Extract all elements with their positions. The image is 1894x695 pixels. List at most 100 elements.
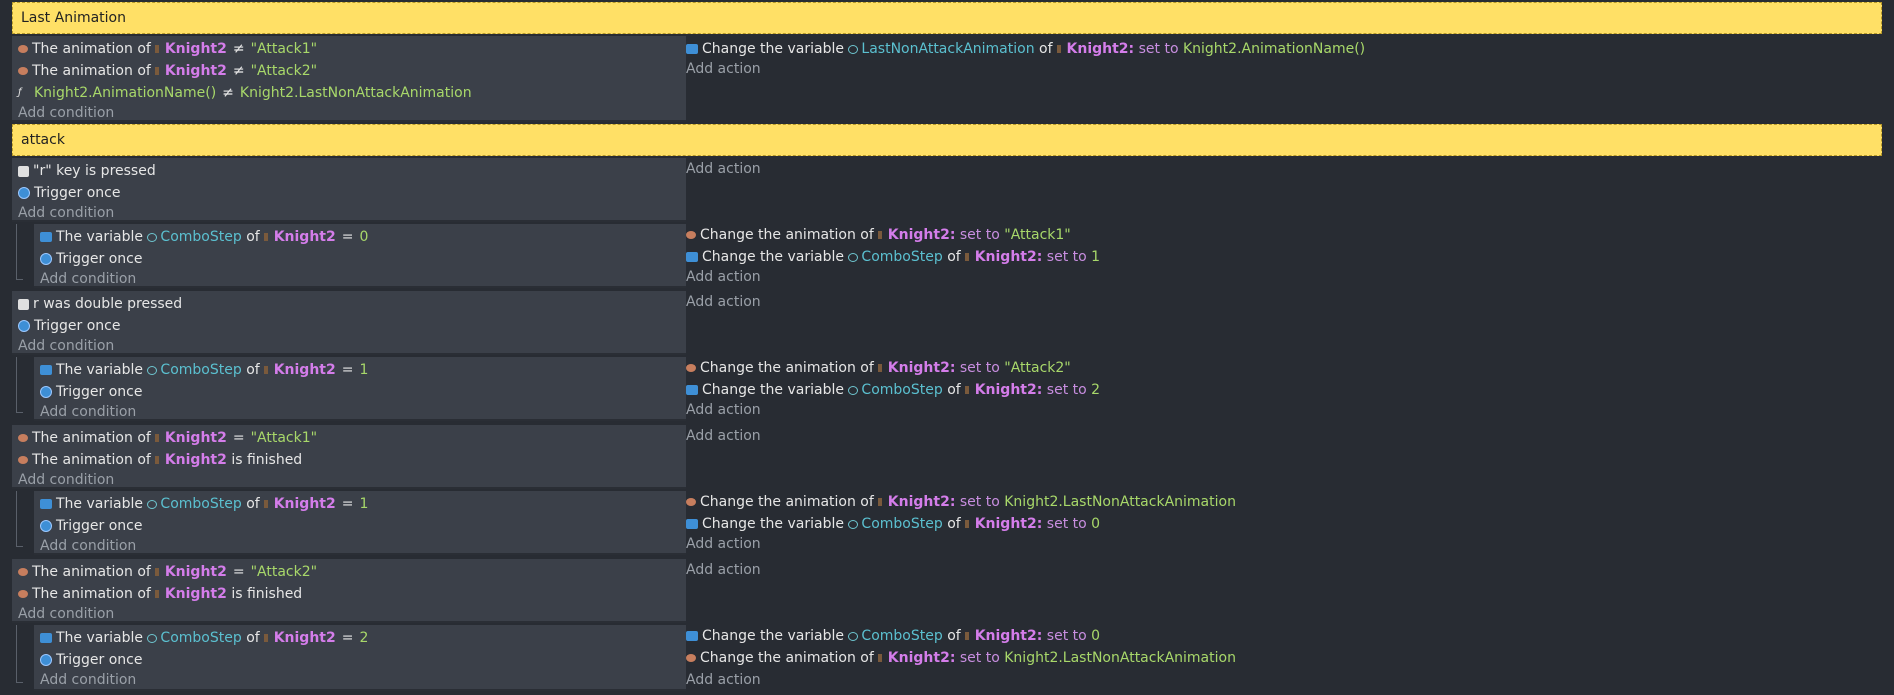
- event-attack2-finished[interactable]: The animation of Knight2 = "Attack2" The an…: [12, 559, 1882, 623]
- object-icon: [263, 366, 268, 374]
- subevent-combo-0[interactable]: The variable ComboStep of Knight2 = 0 Trigg…: [12, 224, 1882, 288]
- conditions-panel[interactable]: The variable ComboStep of Knight2 = 2 Trigg…: [34, 625, 686, 691]
- value: 0: [1091, 628, 1101, 644]
- condition-row[interactable]: Trigger once: [40, 649, 686, 671]
- condition-row[interactable]: The animation of Knight2 = "Attack1": [18, 427, 686, 449]
- group-last-animation[interactable]: Last Animation: [12, 2, 1882, 34]
- conditions-panel[interactable]: The variable ComboStep of Knight2 = 1 Trigg…: [34, 357, 686, 421]
- add-condition-button[interactable]: Add condition: [40, 401, 686, 423]
- add-action-button[interactable]: Add action: [686, 669, 1882, 691]
- actions-panel[interactable]: Change the animation of Knight2: set to "…: [686, 357, 1882, 421]
- condition-row[interactable]: The variable ComboStep of Knight2 = 2: [40, 627, 686, 649]
- subevent-combo-2-reset[interactable]: The variable ComboStep of Knight2 = 2 Trigg…: [12, 625, 1882, 691]
- variable-icon: [40, 633, 52, 643]
- value: 0: [1091, 516, 1101, 532]
- actions-panel[interactable]: Add action: [686, 291, 1882, 355]
- actions-panel[interactable]: Change the animation of Knight2: set to "…: [686, 224, 1882, 288]
- trigger-once-icon: [18, 187, 30, 199]
- condition-row[interactable]: The animation of Knight2 = "Attack2": [18, 561, 686, 583]
- condition-row[interactable]: The variable ComboStep of Knight2 = 1: [40, 493, 686, 515]
- add-action-button[interactable]: Add action: [686, 533, 1882, 555]
- event-r-double-pressed[interactable]: r was double pressed Trigger once Add co…: [12, 291, 1882, 355]
- subevent-combo-1-reset[interactable]: The variable ComboStep of Knight2 = 1 Trigg…: [12, 491, 1882, 555]
- object-icon: [964, 520, 969, 528]
- operator: ≠: [232, 63, 245, 79]
- variable-name: ComboStep: [160, 630, 242, 646]
- conditions-panel[interactable]: "r" key is pressed Trigger once Add cond…: [12, 158, 686, 222]
- conditions-panel[interactable]: The variable ComboStep of Knight2 = 1 Trigg…: [34, 491, 686, 555]
- cond-text: The animation of: [32, 63, 151, 79]
- condition-row[interactable]: The animation of Knight2 ≠ "Attack2": [18, 60, 686, 82]
- add-action-button[interactable]: Add action: [686, 266, 1882, 288]
- animation-icon: [18, 568, 28, 576]
- add-condition-button[interactable]: Add condition: [40, 268, 686, 290]
- conditions-panel[interactable]: The variable ComboStep of Knight2 = 0 Trigg…: [34, 224, 686, 288]
- value: Knight2.LastNonAttackAnimation: [239, 85, 472, 101]
- condition-row[interactable]: Trigger once: [40, 248, 686, 270]
- add-action-button[interactable]: Add action: [686, 291, 1882, 313]
- condition-row[interactable]: Trigger once: [40, 515, 686, 537]
- actions-panel[interactable]: Change the animation of Knight2: set to K…: [686, 491, 1882, 555]
- action-text: Change the variable: [702, 628, 844, 644]
- conditions-panel[interactable]: The animation of Knight2 = "Attack1" The an…: [12, 425, 686, 489]
- add-condition-button[interactable]: Add condition: [40, 669, 686, 691]
- variable-name: ComboStep: [160, 496, 242, 512]
- object-name: Knight2:: [887, 650, 956, 666]
- add-condition-button[interactable]: Add condition: [18, 603, 686, 625]
- value: Knight2.AnimationName(): [1182, 41, 1366, 57]
- add-action-button[interactable]: Add action: [686, 158, 1882, 180]
- action-row[interactable]: Change the variable ComboStep of Knight2:…: [686, 513, 1882, 535]
- conditions-panel[interactable]: The animation of Knight2 = "Attack2" The an…: [12, 559, 686, 623]
- of-text: of: [246, 229, 260, 245]
- condition-row[interactable]: The variable ComboStep of Knight2 = 1: [40, 359, 686, 381]
- action-row[interactable]: Change the animation of Knight2: set to K…: [686, 491, 1882, 513]
- actions-panel[interactable]: Add action: [686, 158, 1882, 222]
- actions-panel[interactable]: Add action: [686, 425, 1882, 489]
- condition-row[interactable]: The animation of Knight2 ≠ "Attack1": [18, 38, 686, 60]
- add-action-button[interactable]: Add action: [686, 425, 1882, 447]
- value: 1: [359, 362, 369, 378]
- add-condition-button[interactable]: Add condition: [18, 202, 686, 224]
- event-r-pressed[interactable]: "r" key is pressed Trigger once Add cond…: [12, 158, 1882, 222]
- action-row[interactable]: Change the animation of Knight2: set to "…: [686, 357, 1882, 379]
- condition-row[interactable]: The animation of Knight2 is finished: [18, 583, 686, 605]
- conditions-panel[interactable]: r was double pressed Trigger once Add co…: [12, 291, 686, 355]
- add-condition-button[interactable]: Add condition: [18, 102, 686, 124]
- operator: =: [341, 362, 354, 378]
- set-to-text: set to: [959, 227, 1000, 243]
- action-row[interactable]: Change the animation of Knight2: set to K…: [686, 647, 1882, 669]
- action-row[interactable]: Change the variable ComboStep of Knight2:…: [686, 379, 1882, 401]
- add-action-button[interactable]: Add action: [686, 58, 1882, 80]
- condition-row[interactable]: The animation of Knight2 is finished: [18, 449, 686, 471]
- condition-row[interactable]: "r" key is pressed: [18, 160, 686, 182]
- object-name: Knight2:: [974, 628, 1043, 644]
- condition-row[interactable]: ƒ Knight2.AnimationName() ≠ Knight2.LastNon…: [18, 82, 686, 104]
- add-condition-button[interactable]: Add condition: [18, 469, 686, 491]
- animation-icon: [686, 654, 696, 662]
- of-text: of: [1039, 41, 1053, 57]
- conditions-panel[interactable]: The animation of Knight2 ≠ "Attack1" The an…: [12, 36, 686, 122]
- add-action-button[interactable]: Add action: [686, 559, 1882, 581]
- animation-icon: [686, 498, 696, 506]
- condition-row[interactable]: The variable ComboStep of Knight2 = 0: [40, 226, 686, 248]
- add-condition-button[interactable]: Add condition: [18, 335, 686, 357]
- add-condition-button[interactable]: Add condition: [40, 535, 686, 557]
- action-row[interactable]: Change the variable ComboStep of Knight2:…: [686, 625, 1882, 647]
- condition-row[interactable]: Trigger once: [18, 315, 686, 337]
- actions-panel[interactable]: Add action: [686, 559, 1882, 623]
- subevent-combo-1[interactable]: The variable ComboStep of Knight2 = 1 Trigg…: [12, 357, 1882, 421]
- add-action-button[interactable]: Add action: [686, 399, 1882, 421]
- value: "Attack1": [1004, 227, 1071, 243]
- condition-row[interactable]: r was double pressed: [18, 293, 686, 315]
- group-attack[interactable]: attack: [12, 124, 1882, 156]
- action-row[interactable]: Change the animation of Knight2: set to "…: [686, 224, 1882, 246]
- condition-row[interactable]: Trigger once: [18, 182, 686, 204]
- action-row[interactable]: Change the variable ComboStep of Knight2:…: [686, 246, 1882, 268]
- object-name: Knight2: [164, 564, 227, 580]
- event-attack1-finished[interactable]: The animation of Knight2 = "Attack1" The an…: [12, 425, 1882, 489]
- action-row[interactable]: Change the variable LastNonAttackAnimati…: [686, 38, 1882, 60]
- condition-row[interactable]: Trigger once: [40, 381, 686, 403]
- actions-panel[interactable]: Change the variable ComboStep of Knight2:…: [686, 625, 1882, 691]
- event-last-animation[interactable]: The animation of Knight2 ≠ "Attack1" The an…: [12, 36, 1882, 122]
- actions-panel[interactable]: Change the variable LastNonAttackAnimati…: [686, 36, 1882, 122]
